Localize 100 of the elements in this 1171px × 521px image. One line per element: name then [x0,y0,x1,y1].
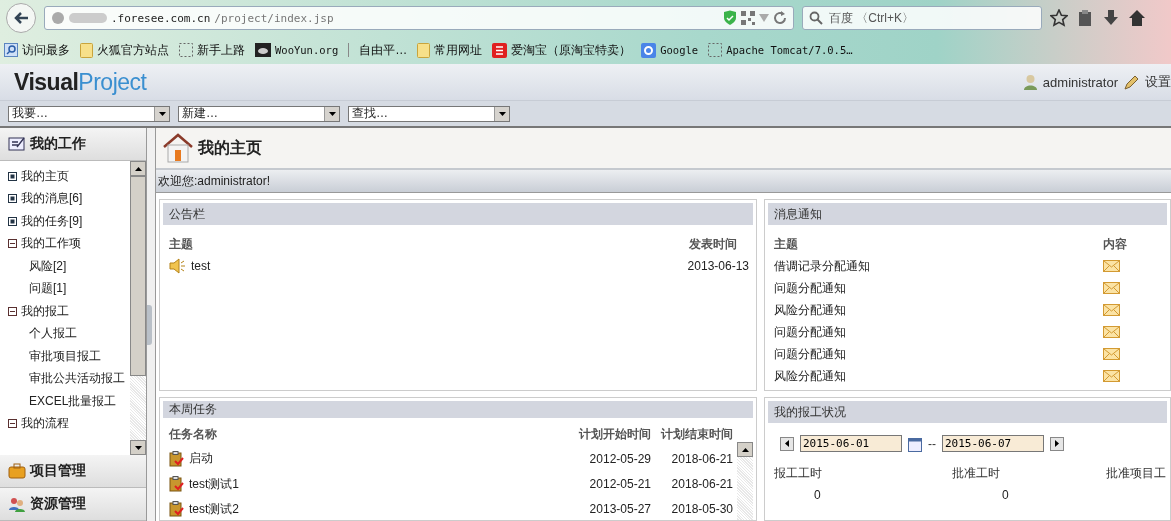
tree-item[interactable]: 我的流程 [21,415,69,433]
end-date-field[interactable]: 2015-06-07 [942,435,1044,452]
dropdown-select[interactable]: 查找… [348,105,510,122]
caret-up-icon [741,447,749,452]
caret-up-icon [134,166,142,171]
expand-icon[interactable] [8,171,17,181]
expand-icon[interactable] [8,194,17,204]
tree-item[interactable]: 我的任务[9] [21,212,83,230]
dropdown-select[interactable]: 新建… [178,105,340,122]
collapse-icon[interactable] [8,239,17,249]
address-bar[interactable]: .foresee.com.cn /project/index.jsp [44,6,794,30]
notepad-icon [8,136,26,152]
star-icon[interactable] [1050,9,1068,27]
tree-item[interactable]: 审批项目报工 [29,347,101,365]
shield-check-icon[interactable] [723,10,737,26]
collapse-icon[interactable] [8,306,17,316]
table-cell-text: 2018-06-21 [670,476,733,494]
bookmark-link[interactable]: 新手上路 [179,41,245,59]
collapse-icon[interactable] [8,419,17,429]
bookmark-link[interactable]: Google [641,42,699,58]
message-link[interactable]: 问题分配通知 [774,343,1103,365]
tree-item[interactable]: 个人报工 [29,325,77,343]
caret-icon [328,111,336,116]
qr-code-icon[interactable] [741,11,755,25]
column-header: 报工工时 [774,464,823,482]
search-icon [809,11,823,25]
scrollbar[interactable] [737,442,753,520]
column-header: 计划开始时间 [577,425,651,443]
previous-button[interactable] [780,436,794,451]
download-icon[interactable] [1102,9,1120,27]
bookmark-link[interactable]: 爱淘宝（原淘宝特卖） [492,41,632,59]
table-cell-text: 2018-05-30 [670,501,733,519]
column-header: 计划结束时间 [659,425,733,443]
message-link[interactable]: 风险分配通知 [774,365,1103,387]
back-button[interactable] [6,3,36,33]
column-header: 主题 [169,235,194,253]
start-date-field[interactable]: 2015-06-01 [800,435,902,452]
task-link[interactable]: 启动 [189,448,213,470]
settings-link[interactable]: 设置 [1145,73,1171,91]
tree-item[interactable]: 我的主页 [21,167,69,185]
column-header: 内容 [1103,235,1128,253]
expand-icon[interactable] [8,216,17,226]
bookmark-link[interactable]: Apache Tomcat/7.0.5… [708,43,853,57]
panel-title: 我的报工状况 [774,403,846,421]
tree-item[interactable]: 我的报工 [21,302,69,320]
column-header: 批准工时 [952,464,1001,482]
splitter-handle[interactable] [147,304,152,345]
table-cell-text: 2013-05-27 [588,501,651,519]
tree-item[interactable]: 审批公共活动报工 [29,370,125,388]
search-field[interactable]: 百度 〈Ctrl+K〉 [802,6,1042,30]
calendar-icon[interactable] [908,435,922,452]
table-cell-text: 2012-05-29 [588,450,651,468]
bookmark-link[interactable]: 火狐官方站点 [80,41,169,59]
panel-title: 公告栏 [169,205,205,223]
caret-icon [498,111,506,116]
message-link[interactable]: 问题分配通知 [774,277,1103,299]
message-link[interactable]: 风险分配通知 [774,299,1103,321]
bookmark-link[interactable]: 访问最多 [4,41,70,59]
panel-title: 消息通知 [774,205,822,223]
url-host: .foresee.com.cn [111,11,211,25]
column-header: 批准项目工 [1106,464,1166,482]
page-title: 我的主页 [198,137,262,158]
message-link[interactable]: 问题分配通知 [774,321,1103,343]
clipboard-icon[interactable] [1076,9,1094,27]
tree-item[interactable]: 风险[2] [29,257,67,275]
column-header: 任务名称 [169,425,218,443]
column-header: 发表时间 [688,235,738,253]
table-cell-text: 2018-06-21 [670,450,733,468]
tree-item[interactable]: 我的工作项 [21,235,81,253]
panel-title: 本周任务 [169,401,217,418]
briefcase-icon [8,463,26,479]
date-separator: -- [928,436,936,451]
bookmark-link[interactable]: 自由平… [359,41,408,59]
task-link[interactable]: test测试1 [189,473,239,495]
blurred-text [69,13,107,23]
page-icon [179,43,193,57]
sidebar-section-header[interactable]: 资源管理 [0,488,146,521]
message-link[interactable]: 借调记录分配通知 [774,255,1103,277]
folder-icon [417,42,431,58]
scrollbar[interactable] [130,161,146,455]
notice-link[interactable]: test [191,255,211,277]
bookmark-link[interactable]: 常用网址 [417,41,483,59]
home-icon[interactable] [1128,9,1146,27]
dropdown-select[interactable]: 我要… [8,105,170,122]
welcome-text: 欢迎您:administrator! [158,172,271,190]
caret-down-icon [134,445,142,450]
tree-item[interactable]: 问题[1] [29,280,67,298]
reload-icon[interactable] [773,11,787,25]
pencil-icon [1124,74,1139,90]
app-logo: VisualProject [14,68,147,96]
sidebar-section-header[interactable]: 我的工作 [0,128,146,161]
house-icon [162,133,194,163]
tree-item[interactable]: 我的消息[6] [21,190,83,208]
bookmark-link[interactable]: WooYun.org [255,43,339,57]
next-button[interactable] [1050,436,1064,451]
table-cell-text: 0 [1001,487,1010,504]
task-link[interactable]: test测试2 [189,498,239,520]
tree-item[interactable]: EXCEL批量报工 [29,392,117,410]
clipboard-check-icon [169,476,184,493]
sidebar-section-header[interactable]: 项目管理 [0,455,146,488]
